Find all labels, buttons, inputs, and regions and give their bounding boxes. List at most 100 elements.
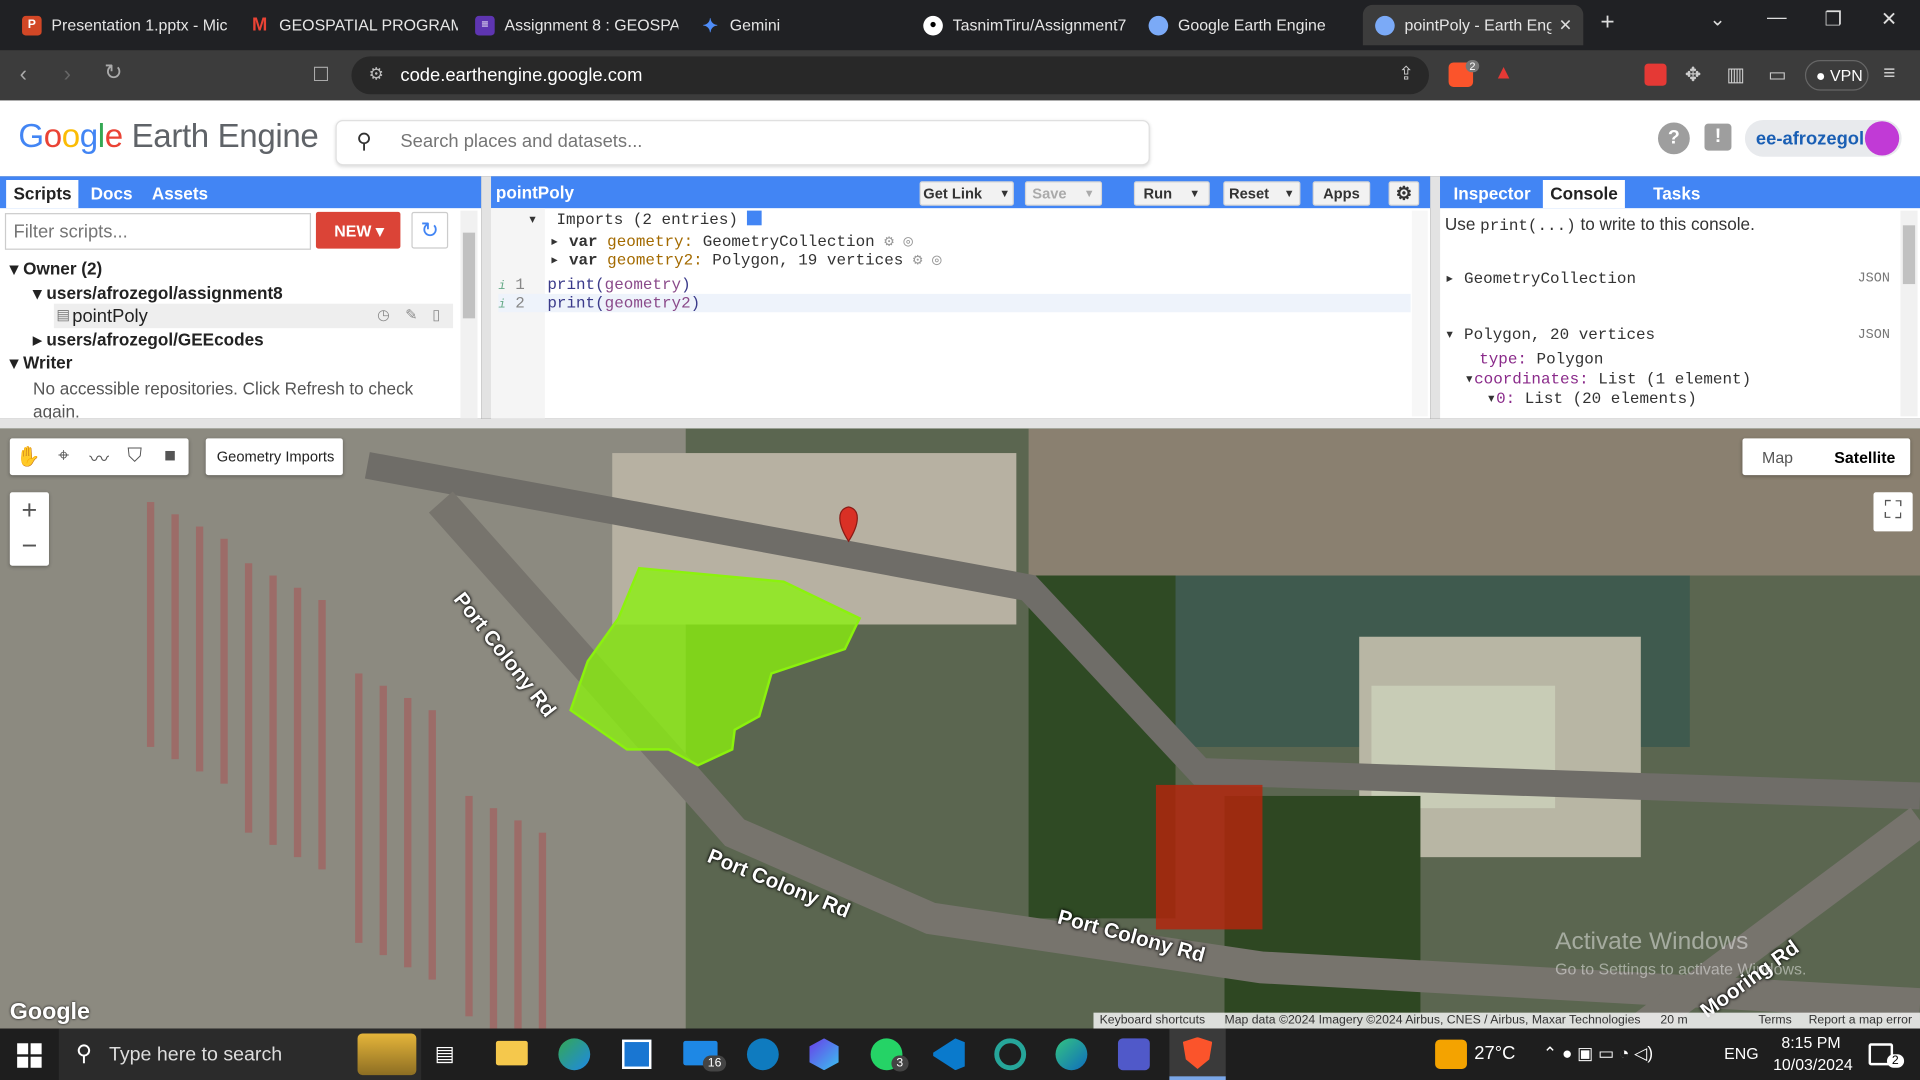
language-indicator[interactable]: ENG: [1724, 1044, 1758, 1062]
search-app-icon[interactable]: [746, 1038, 779, 1071]
json-link[interactable]: JSON: [1858, 272, 1890, 287]
brave-rewards-icon[interactable]: ▲: [1494, 62, 1513, 84]
back-icon[interactable]: ‹: [20, 61, 27, 87]
tab-console[interactable]: Console: [1542, 180, 1626, 209]
windows-start-icon[interactable]: [17, 1043, 42, 1068]
browser-tab[interactable]: Google Earth Engine: [1136, 5, 1356, 45]
search-input[interactable]: [400, 131, 1087, 152]
save-button[interactable]: Save ▼: [1024, 181, 1103, 206]
import-target-icon[interactable]: ◎: [903, 233, 913, 251]
scripts-scrollbar[interactable]: [460, 210, 478, 419]
add-marker-icon[interactable]: ⌖: [47, 440, 81, 474]
extension-icon[interactable]: [1644, 63, 1667, 86]
run-button[interactable]: Run ▼: [1133, 181, 1210, 206]
import-row[interactable]: ▸ var geometry2: Polygon, 19 vertices ⚙ …: [550, 251, 942, 269]
maximize-icon[interactable]: ❐: [1825, 7, 1843, 31]
terms-link[interactable]: Terms: [1758, 1014, 1791, 1027]
tree-owner[interactable]: ▾ Owner (2): [10, 258, 102, 279]
forward-icon[interactable]: ›: [64, 61, 71, 87]
scale-label[interactable]: 20 m: [1660, 1014, 1687, 1027]
filter-scripts-input[interactable]: [4, 213, 312, 250]
delete-icon[interactable]: ▯: [432, 306, 440, 323]
menu-icon[interactable]: ≡: [1883, 61, 1895, 85]
map-canvas[interactable]: Port Colony Rd Port Colony Rd Port Colon…: [0, 428, 1920, 1029]
weather-icon[interactable]: [1435, 1039, 1467, 1069]
console-item-polygon[interactable]: ▾ Polygon, 20 vertices: [1445, 326, 1655, 344]
search-box[interactable]: ⚲: [335, 120, 1150, 166]
extensions-puzzle-icon[interactable]: ✥: [1685, 62, 1701, 86]
console-scrollbar[interactable]: [1900, 210, 1918, 417]
tab-docs[interactable]: Docs: [83, 180, 140, 208]
panel-divider[interactable]: [481, 176, 492, 419]
site-settings-icon[interactable]: ⚙: [369, 64, 384, 85]
minimize-icon[interactable]: —: [1767, 7, 1787, 29]
teams-icon[interactable]: [1117, 1038, 1150, 1071]
close-window-icon[interactable]: ✕: [1881, 7, 1897, 31]
tree-repo-geecodes[interactable]: ▸ users/afrozegol/GEEcodes: [33, 329, 264, 350]
settings-gear-icon[interactable]: ⚙: [1388, 181, 1420, 206]
taskbar-search[interactable]: ⚲ Type here to search: [58, 1028, 422, 1080]
edge-icon[interactable]: [558, 1038, 591, 1071]
console-property[interactable]: ▾coordinates: List (1 element): [1465, 370, 1752, 388]
tab-tasks[interactable]: Tasks: [1646, 180, 1708, 208]
browser-tab[interactable]: M GEOSPATIAL PROGRAMM: [238, 5, 458, 45]
new-tab-icon[interactable]: +: [1600, 9, 1614, 37]
fullscreen-icon[interactable]: ⛶: [1873, 492, 1913, 532]
browser-tab[interactable]: ● TasnimTiru/Assignment7: [911, 5, 1131, 45]
vpn-button[interactable]: ● VPN: [1804, 60, 1869, 91]
draw-line-icon[interactable]: 〰: [82, 440, 116, 474]
system-tray-icons[interactable]: ⌃ ● ▣ ▭ ◔ ◁): [1543, 1043, 1653, 1064]
history-icon[interactable]: ◷: [377, 306, 390, 323]
tab-inspector[interactable]: Inspector: [1446, 180, 1538, 208]
reload-icon[interactable]: ↻: [104, 60, 122, 86]
reset-button[interactable]: Reset ▼: [1223, 181, 1301, 206]
show-imports-icon[interactable]: [747, 210, 763, 226]
bookmark-icon[interactable]: ☐: [312, 62, 330, 86]
help-icon[interactable]: ?: [1657, 122, 1690, 155]
console-item-geometrycollection[interactable]: ▸ GeometryCollection: [1445, 269, 1636, 287]
import-settings-icon[interactable]: ⚙: [884, 233, 894, 251]
store-icon[interactable]: [622, 1039, 652, 1069]
tab-scripts[interactable]: Scripts: [6, 180, 79, 209]
draw-rectangle-icon[interactable]: ■: [153, 440, 187, 474]
vscode-icon[interactable]: [933, 1038, 965, 1071]
draw-shape-icon[interactable]: ⛉: [118, 440, 152, 474]
tree-file-row[interactable]: ▤ pointPoly ◷ ✎ ▯: [53, 303, 454, 329]
console-property[interactable]: ▾0: List (20 elements): [1487, 389, 1697, 407]
close-tab-icon[interactable]: ✕: [1559, 15, 1572, 35]
get-link-button[interactable]: Get Link ▼: [919, 181, 1014, 206]
polygon-geometry2[interactable]: [1155, 784, 1263, 930]
apps-button[interactable]: Apps: [1312, 181, 1371, 206]
map-type-map[interactable]: Map: [1762, 448, 1793, 466]
task-view-icon[interactable]: ▤: [435, 1042, 455, 1066]
tab-assets[interactable]: Assets: [144, 180, 215, 208]
json-link[interactable]: JSON: [1858, 328, 1890, 343]
import-target-icon[interactable]: ◎: [932, 251, 942, 269]
import-settings-icon[interactable]: ⚙: [913, 251, 923, 269]
tree-repo-assignment8[interactable]: ▾ users/afrozegol/assignment8: [33, 283, 283, 304]
geometry-imports-button[interactable]: Geometry Imports: [205, 438, 343, 476]
keyboard-shortcuts-link[interactable]: Keyboard shortcuts: [1100, 1014, 1206, 1027]
pan-hand-icon[interactable]: ✋: [11, 440, 45, 474]
app-ring-icon[interactable]: [994, 1038, 1027, 1071]
edge-dev-icon[interactable]: [1055, 1038, 1088, 1071]
imports-header[interactable]: ▾ Imports (2 entries): [528, 210, 763, 229]
code-line[interactable]: i 2 print(geometry2): [498, 293, 1411, 313]
share-icon[interactable]: ⇪: [1398, 62, 1413, 85]
brave-taskbar-button[interactable]: [1169, 1028, 1226, 1080]
app-hex-icon[interactable]: [809, 1038, 839, 1071]
new-script-button[interactable]: NEW ▾: [315, 211, 401, 249]
browser-tab[interactable]: P Presentation 1.pptx - Mic: [10, 5, 230, 45]
rename-icon[interactable]: ✎: [405, 306, 417, 323]
file-explorer-icon[interactable]: [495, 1040, 528, 1066]
browser-tab-active[interactable]: pointPoly - Earth Eng ✕: [1362, 4, 1584, 46]
point-marker-icon[interactable]: [839, 506, 858, 543]
tab-search-chevron-icon[interactable]: ⌄: [1709, 7, 1725, 31]
sidebar-icon[interactable]: ▥: [1727, 62, 1746, 86]
import-row[interactable]: ▸ var geometry: GeometryCollection ⚙ ◎: [550, 233, 913, 251]
map-type-satellite[interactable]: Satellite: [1834, 448, 1895, 466]
code-line[interactable]: i 1 print(geometry): [498, 276, 1410, 294]
browser-tab[interactable]: ✦ Gemini: [688, 5, 896, 45]
map-divider-handle[interactable]: [0, 418, 1920, 429]
zoom-out-icon[interactable]: −: [10, 529, 49, 566]
